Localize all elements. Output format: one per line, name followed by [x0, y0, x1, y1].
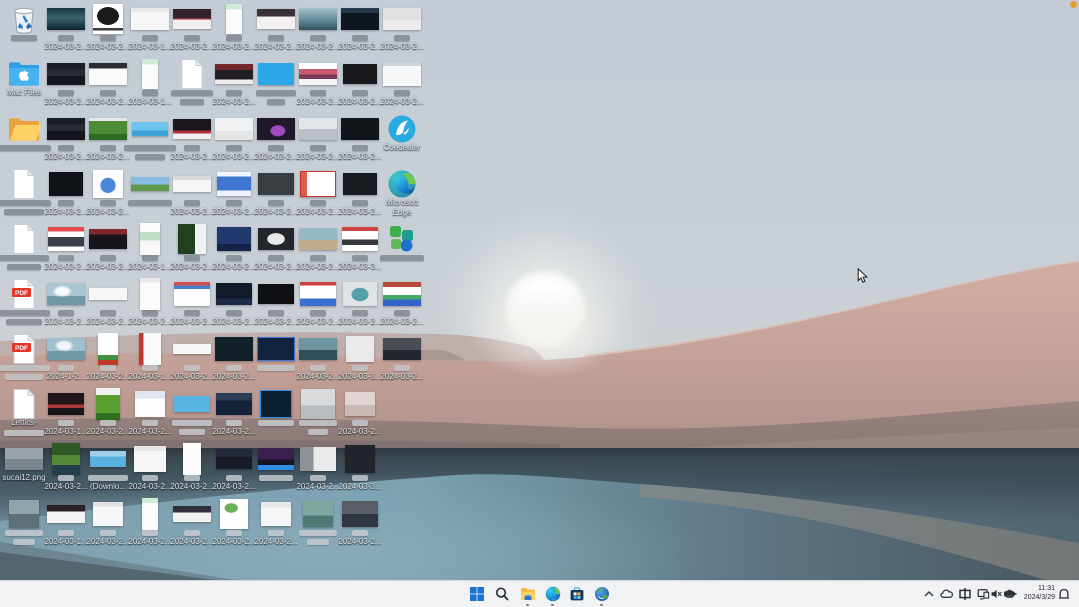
svg-text:PDF: PDF [15, 345, 28, 352]
svg-text:PDF: PDF [15, 290, 28, 297]
